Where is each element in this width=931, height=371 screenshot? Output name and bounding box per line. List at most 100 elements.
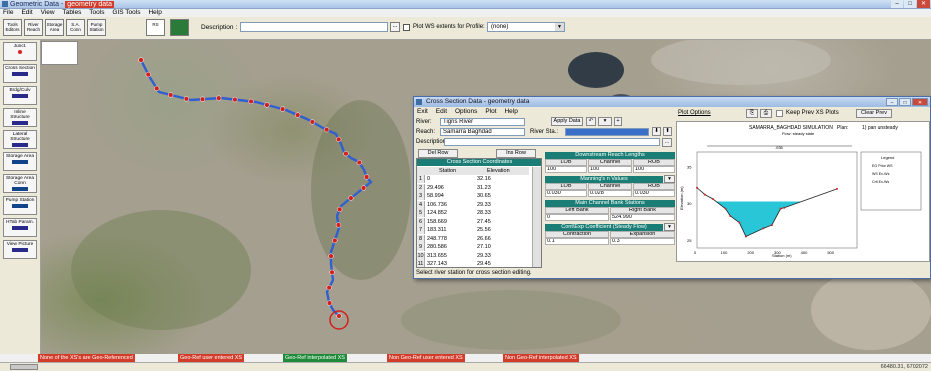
bridge-culvert-tool-button[interactable]: Brdg/Culv xyxy=(3,86,37,105)
description-browse-button[interactable]: ... xyxy=(390,22,400,32)
station-cell[interactable]: 106.736 xyxy=(427,201,467,209)
menu-help[interactable]: Help xyxy=(145,9,164,17)
prev-station-button[interactable]: ⬇ xyxy=(652,127,661,136)
elevation-cell[interactable]: 29.45 xyxy=(477,260,525,267)
station-cell[interactable]: 248.778 xyxy=(427,235,467,243)
elevation-cell[interactable]: 29.33 xyxy=(477,252,525,260)
dialog-menu-options[interactable]: Options xyxy=(452,108,480,116)
station-cell[interactable]: 0 xyxy=(427,175,467,183)
station-cell[interactable]: 124.852 xyxy=(427,209,467,217)
table-row[interactable]: 4 106.736 29.33 xyxy=(417,200,529,209)
maximize-button[interactable]: □ xyxy=(904,0,916,8)
station-cell[interactable]: 183.311 xyxy=(427,226,467,234)
map-horizontal-scrollbar[interactable]: 66480.31, 6702072 xyxy=(0,362,931,371)
menu-edit[interactable]: Edit xyxy=(18,9,35,17)
menu-tables[interactable]: Tables xyxy=(60,9,85,17)
table-row[interactable]: 11 327.143 29.45 xyxy=(417,260,529,267)
htab-param-tool-button[interactable]: HTab Param. xyxy=(3,218,37,237)
dialog-menu-exit[interactable]: Exit xyxy=(414,108,431,116)
left-bank-input[interactable]: 0 xyxy=(545,214,609,221)
options-dropdown-button[interactable]: ▾ xyxy=(598,117,612,126)
river-reach-button[interactable]: River Reach xyxy=(24,19,43,36)
grid-scrollbar[interactable] xyxy=(532,167,541,267)
tools-editors-button[interactable]: Tools Editors xyxy=(3,19,22,36)
river-station-select[interactable] xyxy=(565,128,649,136)
table-row[interactable]: 9 280.586 27.10 xyxy=(417,243,529,251)
cross-section-tool-button[interactable]: Cross Section xyxy=(3,64,37,83)
elevation-cell[interactable]: 28.33 xyxy=(477,209,525,217)
dialog-description-browse[interactable]: ... xyxy=(662,138,672,147)
inline-structure-tool-button[interactable]: Inline Structure xyxy=(3,108,37,127)
elevation-cell[interactable]: 27.10 xyxy=(477,243,525,251)
dialog-maximize-button[interactable]: □ xyxy=(899,98,911,106)
plot-options-link[interactable]: Plot Options xyxy=(678,110,711,116)
ins-row-button[interactable]: Ins Row xyxy=(496,149,536,158)
map-background-button[interactable] xyxy=(170,19,189,36)
station-cell[interactable]: 280.586 xyxy=(427,243,467,251)
close-button[interactable]: ✕ xyxy=(917,0,930,8)
station-cell[interactable]: 327.143 xyxy=(427,260,467,267)
station-cell[interactable]: 29.496 xyxy=(427,184,467,192)
table-row[interactable]: 5 124.852 28.33 xyxy=(417,209,529,217)
plot-print-icon[interactable]: ⎙ xyxy=(760,109,772,118)
clear-prev-button[interactable]: Clear Prev xyxy=(856,109,892,118)
elevation-cell[interactable]: 30.65 xyxy=(477,192,525,200)
table-row[interactable]: 2 29.496 31.23 xyxy=(417,183,529,192)
table-row[interactable]: 10 313.655 29.33 xyxy=(417,251,529,260)
dialog-minimize-button[interactable]: – xyxy=(886,98,898,106)
xs-coordinates-grid[interactable]: Cross Section Coordinates Station Elevat… xyxy=(416,158,542,268)
expansion-input[interactable]: 0.3 xyxy=(610,238,675,245)
elevation-cell[interactable]: 27.45 xyxy=(477,218,525,226)
add-xs-button[interactable]: + xyxy=(614,117,622,126)
lateral-structure-tool-button[interactable]: Lateral Structure xyxy=(3,130,37,149)
view-picture-tool-button[interactable]: View Picture xyxy=(3,240,37,259)
plot-copy-icon[interactable]: ⎘ xyxy=(746,109,758,118)
storage-area-button[interactable]: Storage Area xyxy=(45,19,64,36)
rs-button[interactable]: RS xyxy=(146,19,165,36)
menu-tools[interactable]: Tools xyxy=(86,9,107,17)
pump-station-button[interactable]: Pump Station xyxy=(87,19,106,36)
elevation-cell[interactable]: 25.56 xyxy=(477,226,525,234)
mn-channel-input[interactable]: 0.028 xyxy=(588,190,632,197)
plot-ws-checkbox[interactable] xyxy=(403,24,410,31)
pump-station-tool-button[interactable]: Pump Station xyxy=(3,196,37,215)
dialog-description-input[interactable] xyxy=(444,138,660,146)
dialog-menu-edit[interactable]: Edit xyxy=(433,108,450,116)
elevation-cell[interactable]: 31.23 xyxy=(477,184,525,192)
undo-button[interactable]: ↶ xyxy=(586,117,596,126)
scrollbar-thumb[interactable] xyxy=(10,364,38,370)
dialog-menu-help[interactable]: Help xyxy=(501,108,520,116)
profile-select[interactable]: (none) ▼ xyxy=(487,22,565,32)
elevation-cell[interactable]: 26.66 xyxy=(477,235,525,243)
keep-prev-checkbox[interactable] xyxy=(776,110,783,117)
del-row-button[interactable]: Del Row xyxy=(418,149,458,158)
menu-gis-tools[interactable]: GIS Tools xyxy=(109,9,143,17)
junction-tool-button[interactable]: Junct. xyxy=(3,42,37,61)
station-cell[interactable]: 58.994 xyxy=(427,192,467,200)
dialog-close-button[interactable]: ✕ xyxy=(912,98,928,106)
table-row[interactable]: 8 248.778 26.66 xyxy=(417,234,529,243)
contraction-input[interactable]: 0.1 xyxy=(545,238,609,245)
ds-channel-input[interactable]: 100 xyxy=(588,166,632,173)
mn-lob-input[interactable]: 0.030 xyxy=(545,190,587,197)
coef-options-button[interactable]: ▾ xyxy=(664,223,675,231)
elevation-cell[interactable]: 32.16 xyxy=(477,175,525,183)
storage-area-tool-button[interactable]: Storage Area xyxy=(3,152,37,171)
next-station-button[interactable]: ⬆ xyxy=(663,127,672,136)
table-row[interactable]: 3 58.994 30.65 xyxy=(417,192,529,200)
menu-view[interactable]: View xyxy=(38,9,58,17)
station-cell[interactable]: 313.655 xyxy=(427,252,467,260)
sa-connection-tool-button[interactable]: Storage Area Conn xyxy=(3,174,37,193)
ds-rob-input[interactable]: 100 xyxy=(633,166,675,173)
minimize-button[interactable]: – xyxy=(891,0,903,8)
table-row[interactable]: 6 158.669 27.45 xyxy=(417,217,529,226)
station-cell[interactable]: 158.669 xyxy=(427,218,467,226)
description-input[interactable] xyxy=(240,22,388,32)
river-select[interactable]: Tigris River xyxy=(440,118,525,126)
dialog-menu-plot[interactable]: Plot xyxy=(482,108,499,116)
menu-file[interactable]: File xyxy=(0,9,16,17)
ds-lob-input[interactable]: 100 xyxy=(545,166,587,173)
elevation-cell[interactable]: 29.33 xyxy=(477,201,525,209)
table-row[interactable]: 1 0 32.16 xyxy=(417,175,529,183)
right-bank-input[interactable]: 524.990 xyxy=(610,214,675,221)
